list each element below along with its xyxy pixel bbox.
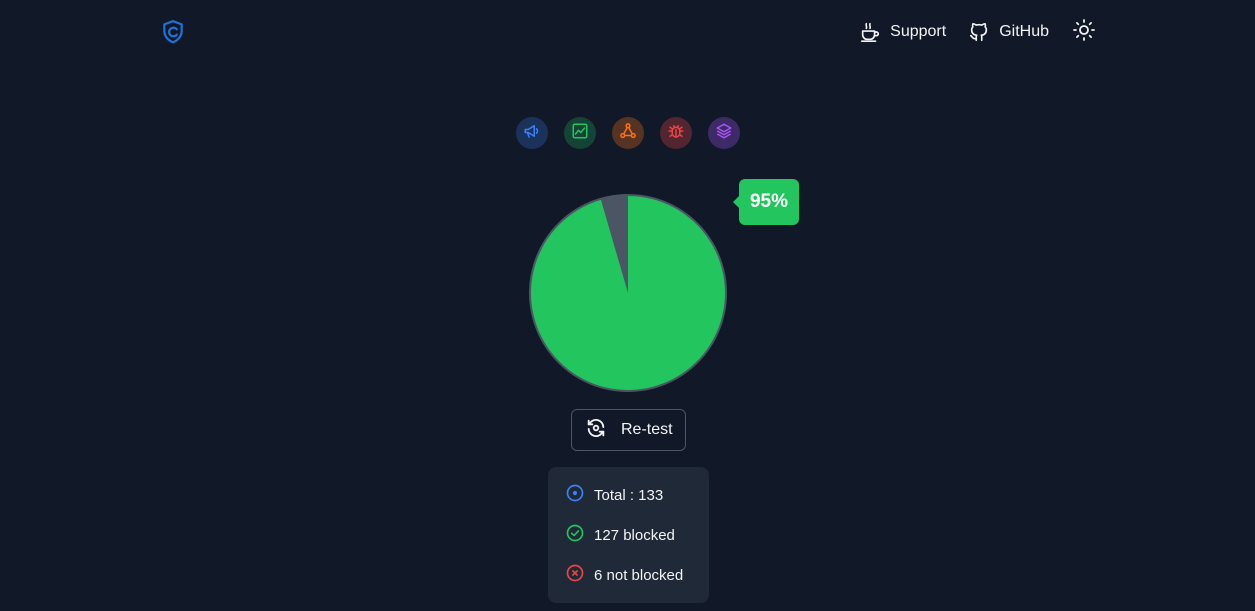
total-row: Total : 133 (565, 483, 709, 507)
results-summary: Total : 133 127 blocked 6 not blocked (548, 467, 709, 603)
refresh-icon (585, 417, 607, 444)
target-icon (565, 483, 585, 507)
github-icon (968, 21, 990, 43)
score-percent-badge: 95% (733, 179, 799, 225)
megaphone-icon (523, 122, 541, 145)
logo-shield-icon[interactable] (160, 19, 186, 45)
coffee-icon (859, 21, 881, 43)
not-blocked-row: 6 not blocked (565, 563, 709, 587)
category-other-button[interactable] (708, 117, 740, 149)
category-malware-button[interactable] (660, 117, 692, 149)
layers-icon (715, 122, 733, 145)
category-trackers-button[interactable] (612, 117, 644, 149)
retest-label: Re-test (621, 421, 673, 438)
top-nav: Support GitHub (859, 18, 1097, 47)
blocked-row: 127 blocked (565, 523, 709, 547)
github-link[interactable]: GitHub (968, 21, 1049, 43)
github-label: GitHub (999, 23, 1049, 40)
bug-icon (667, 122, 685, 145)
category-analytics-button[interactable] (564, 117, 596, 149)
check-circle-icon (565, 523, 585, 547)
chart-icon (571, 122, 589, 145)
theme-toggle-button[interactable] (1071, 18, 1097, 47)
category-ads-button[interactable] (516, 117, 548, 149)
category-filters (516, 117, 740, 149)
retest-button[interactable]: Re-test (571, 409, 686, 451)
network-icon (619, 122, 637, 145)
support-link[interactable]: Support (859, 21, 946, 43)
blocked-label: 127 blocked (594, 526, 675, 544)
score-gauge (529, 194, 727, 392)
total-label: Total : 133 (594, 486, 664, 504)
x-circle-icon (565, 563, 585, 587)
sun-icon (1072, 18, 1096, 47)
support-label: Support (890, 23, 947, 40)
not-blocked-label: 6 not blocked (594, 566, 684, 584)
